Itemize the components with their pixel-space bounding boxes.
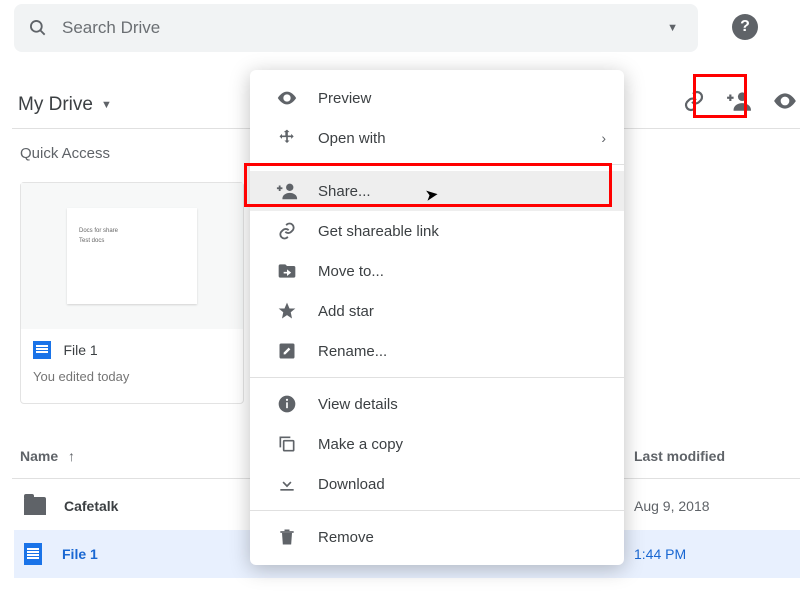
row-modified: 1:44 PM <box>634 546 686 562</box>
link-icon <box>276 220 298 242</box>
menu-label: Make a copy <box>318 436 403 453</box>
card-title: File 1 <box>63 342 97 358</box>
menu-label: Get shareable link <box>318 223 439 240</box>
card-page-thumbnail: Docs for share Test docs <box>67 208 197 304</box>
sort-arrow-up-icon: ↑ <box>68 448 75 464</box>
move-to-icon <box>276 260 298 282</box>
menu-label: Remove <box>318 529 374 546</box>
card-footer: File 1 You edited today <box>21 329 243 384</box>
context-menu: Preview Open with › Share... Get shareab… <box>250 70 624 565</box>
add-person-icon[interactable] <box>726 88 752 114</box>
breadcrumb-title[interactable]: My Drive <box>18 94 93 116</box>
menu-item-remove[interactable]: Remove <box>250 517 624 557</box>
toolbar-icons <box>682 88 798 114</box>
add-person-icon <box>276 180 298 202</box>
star-icon <box>276 300 298 322</box>
menu-item-move-to[interactable]: Move to... <box>250 251 624 291</box>
menu-item-make-copy[interactable]: Make a copy <box>250 424 624 464</box>
card-subtitle: You edited today <box>33 369 231 384</box>
menu-label: Share... <box>318 183 371 200</box>
doc-icon <box>24 543 42 565</box>
rename-icon <box>276 340 298 362</box>
row-name: Cafetalk <box>64 498 118 514</box>
column-modified[interactable]: Last modified <box>634 448 725 464</box>
row-modified: Aug 9, 2018 <box>634 498 710 514</box>
menu-divider <box>250 164 624 165</box>
move-arrows-icon <box>276 127 298 149</box>
eye-icon <box>276 87 298 109</box>
menu-divider <box>250 510 624 511</box>
download-icon <box>276 473 298 495</box>
menu-label: View details <box>318 396 398 413</box>
search-placeholder: Search Drive <box>62 18 667 38</box>
row-name: File 1 <box>62 546 98 562</box>
thumb-line: Test docs <box>79 236 187 246</box>
column-name-label: Name <box>20 448 58 464</box>
menu-divider <box>250 377 624 378</box>
breadcrumb-dropdown-icon[interactable]: ▼ <box>101 99 112 111</box>
menu-item-open-with[interactable]: Open with › <box>250 118 624 158</box>
info-icon <box>276 393 298 415</box>
trash-icon <box>276 526 298 548</box>
menu-label: Move to... <box>318 263 384 280</box>
search-bar[interactable]: Search Drive ▼ <box>14 4 698 52</box>
search-icon <box>28 18 48 38</box>
quick-access-card[interactable]: Docs for share Test docs File 1 You edit… <box>20 182 244 404</box>
folder-icon <box>24 497 46 515</box>
eye-icon[interactable] <box>772 88 798 114</box>
quick-access-label: Quick Access <box>20 145 110 162</box>
menu-item-shareable-link[interactable]: Get shareable link <box>250 211 624 251</box>
menu-item-rename[interactable]: Rename... <box>250 331 624 371</box>
menu-label: Rename... <box>318 343 387 360</box>
copy-icon <box>276 433 298 455</box>
menu-item-add-star[interactable]: Add star <box>250 291 624 331</box>
chevron-right-icon: › <box>601 130 606 146</box>
menu-item-view-details[interactable]: View details <box>250 384 624 424</box>
menu-label: Open with <box>318 130 386 147</box>
cursor-icon: ➤ <box>424 184 440 206</box>
thumb-line: Docs for share <box>79 226 187 236</box>
menu-item-preview[interactable]: Preview <box>250 78 624 118</box>
link-icon[interactable] <box>682 89 706 113</box>
help-icon[interactable]: ? <box>732 14 758 40</box>
doc-icon <box>33 341 51 359</box>
search-dropdown-icon[interactable]: ▼ <box>667 22 678 34</box>
menu-label: Add star <box>318 303 374 320</box>
card-preview: Docs for share Test docs <box>21 183 243 329</box>
menu-label: Preview <box>318 90 371 107</box>
menu-item-download[interactable]: Download <box>250 464 624 504</box>
menu-label: Download <box>318 476 385 493</box>
column-name[interactable]: Name ↑ <box>20 448 75 464</box>
